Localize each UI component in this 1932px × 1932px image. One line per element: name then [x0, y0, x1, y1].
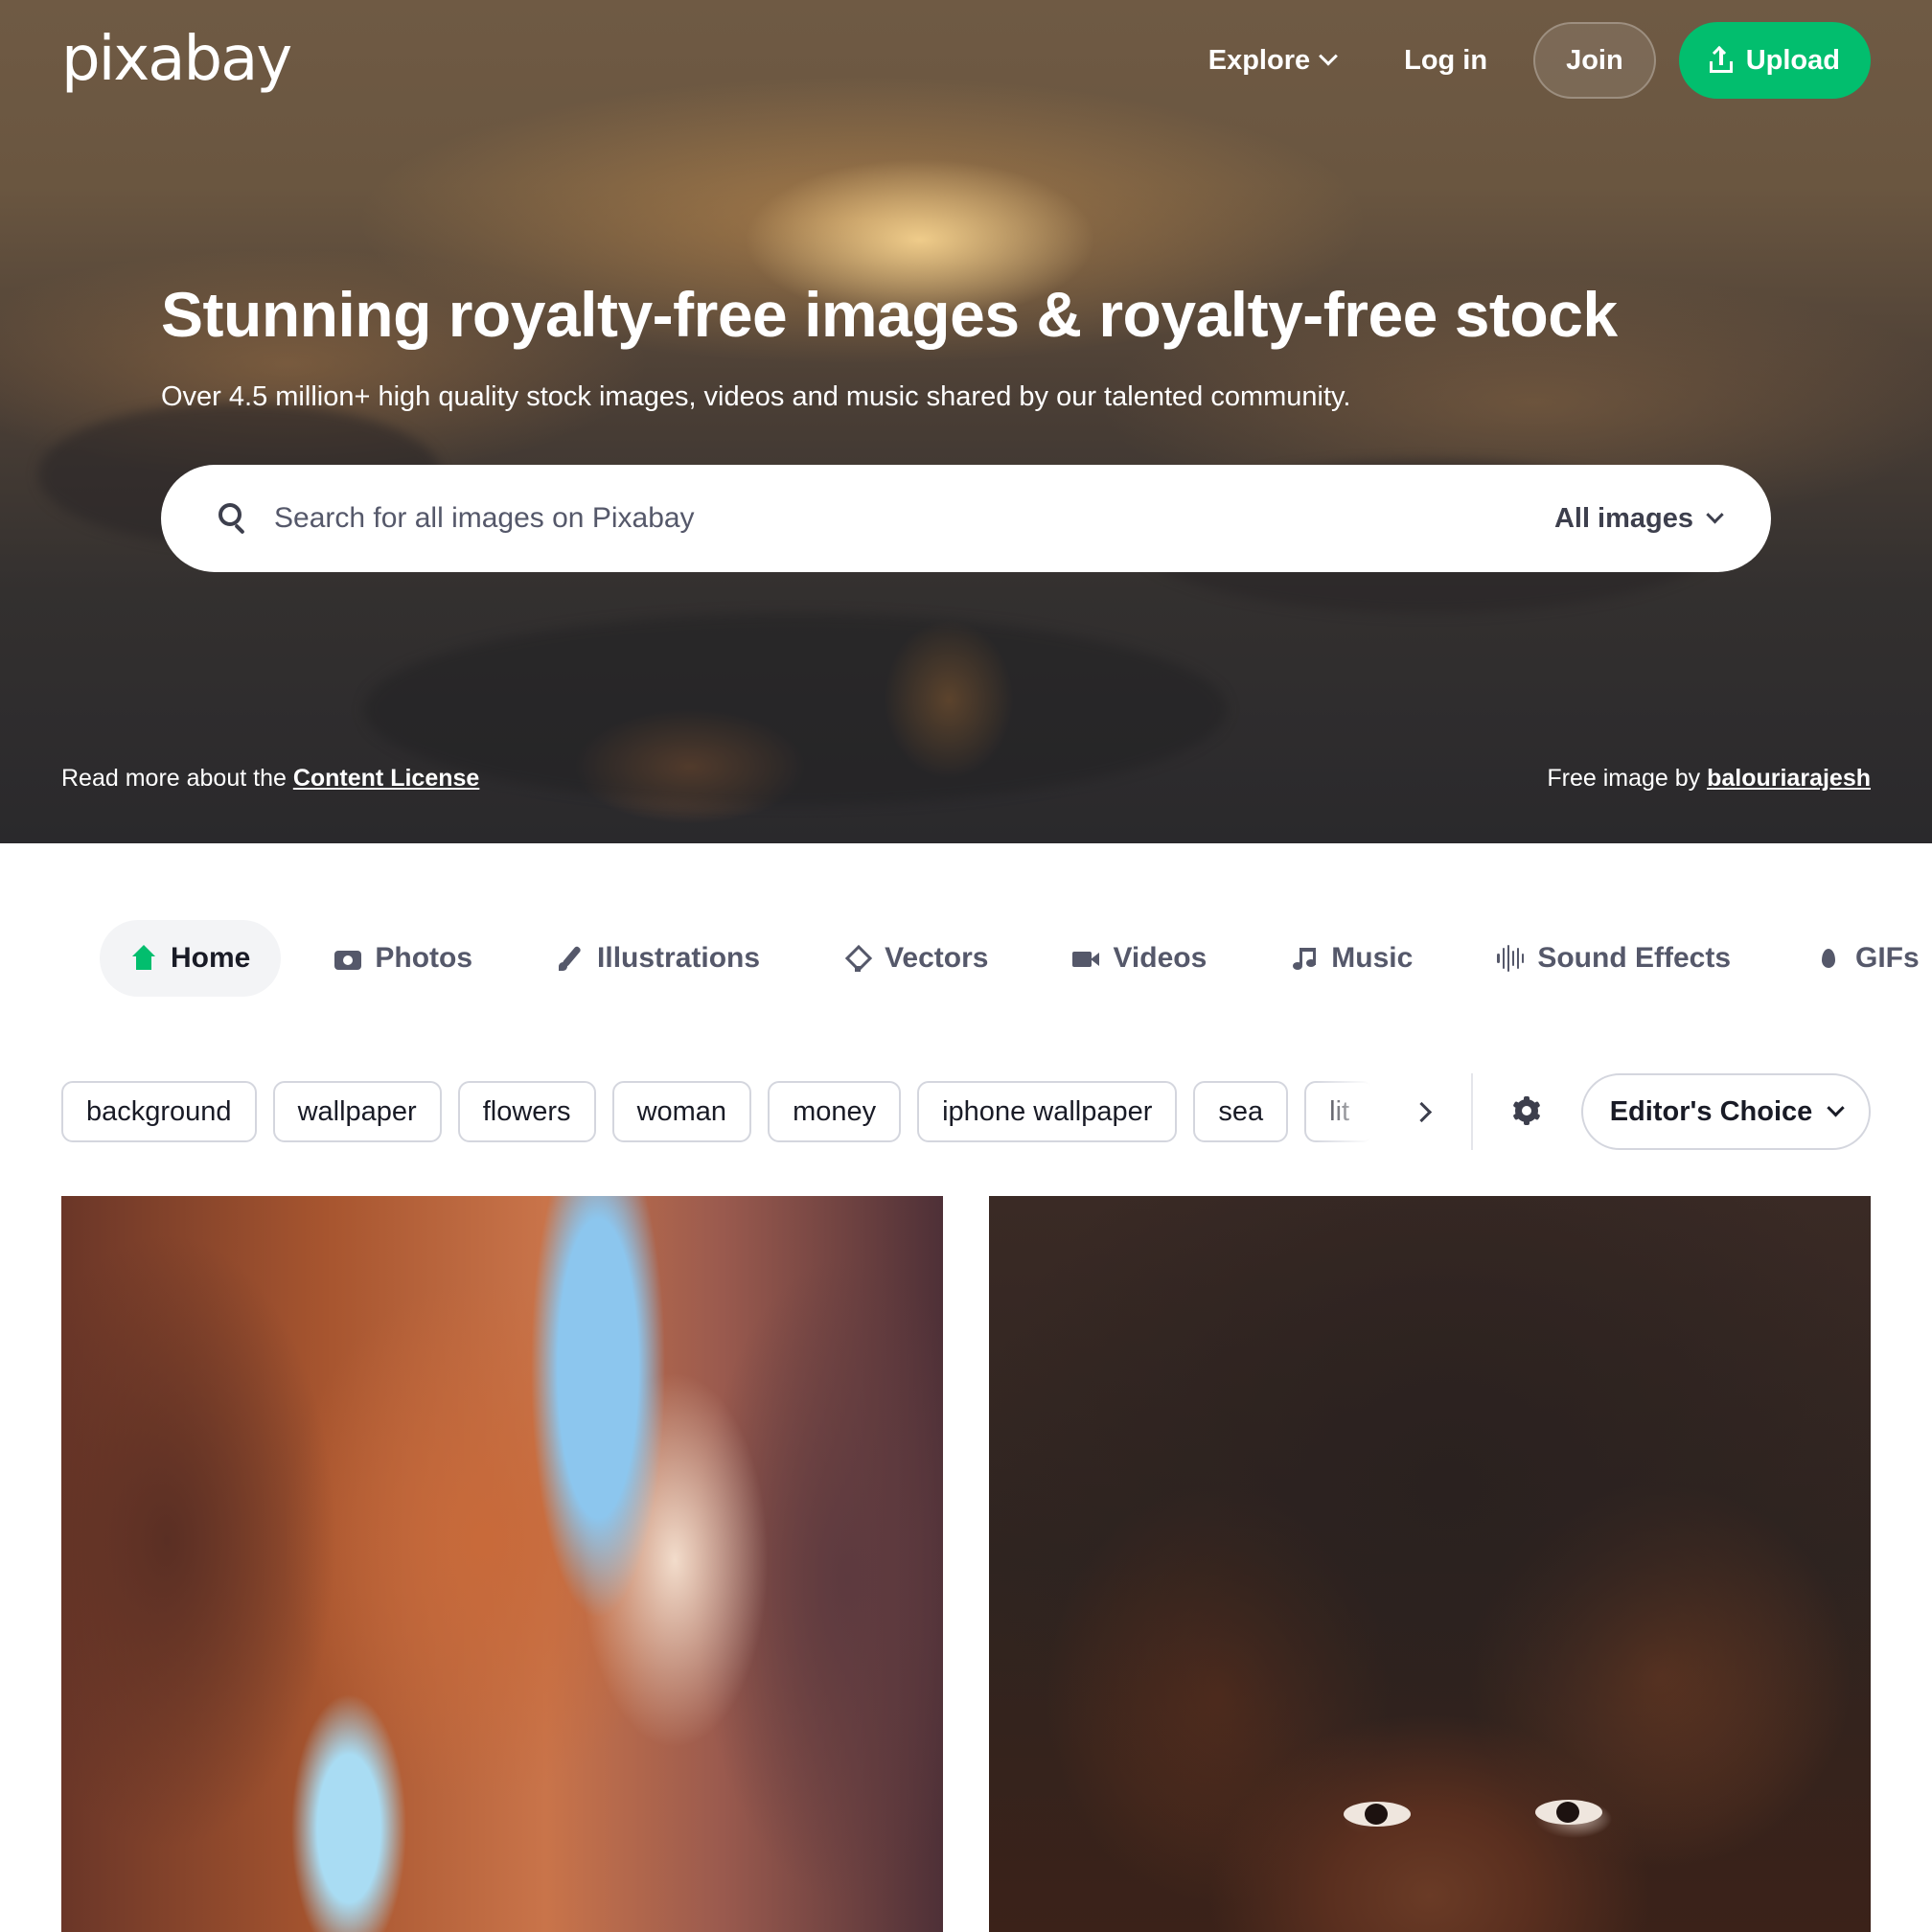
tab-photos[interactable]: Photos	[304, 920, 503, 997]
tag-chip[interactable]: iphone wallpaper	[917, 1081, 1178, 1142]
tag-chip[interactable]: money	[768, 1081, 902, 1142]
chevron-down-icon	[1827, 1098, 1845, 1116]
tab-vectors[interactable]: Vectors	[814, 920, 1019, 997]
tab-illustrations[interactable]: Illustrations	[526, 920, 791, 997]
tag-chip[interactable]: background	[61, 1081, 257, 1142]
chevron-down-icon	[1319, 46, 1339, 66]
license-prefix: Read more about the	[61, 765, 293, 792]
explore-label: Explore	[1208, 44, 1311, 76]
tab-label: Videos	[1113, 942, 1208, 974]
credit-author-link[interactable]: balouriarajesh	[1707, 765, 1871, 792]
image-card-canyon[interactable]	[61, 1196, 943, 1932]
sort-dropdown[interactable]: Editor's Choice	[1581, 1073, 1871, 1150]
tab-label: Home	[171, 942, 251, 974]
upload-button[interactable]: Upload	[1678, 22, 1871, 99]
image-card-portrait[interactable]	[989, 1196, 1871, 1932]
search-icon[interactable]	[218, 503, 249, 535]
tab-home[interactable]: Home	[100, 920, 282, 997]
hero-cloud-shape	[364, 613, 1227, 805]
portrait-eye	[1344, 1802, 1411, 1827]
home-icon	[130, 945, 157, 972]
tag-chip[interactable]: flowers	[457, 1081, 596, 1142]
search-bar: All images	[161, 465, 1771, 572]
tab-sound-effects[interactable]: Sound Effects	[1466, 920, 1761, 997]
search-scope-label: All images	[1553, 502, 1693, 534]
tag-chip[interactable]: sea	[1193, 1081, 1289, 1142]
content-license-note: Read more about the Content License	[61, 765, 479, 793]
chevron-right-icon[interactable]	[1409, 1096, 1439, 1127]
pen-tool-icon	[844, 945, 871, 972]
upload-label: Upload	[1745, 44, 1840, 76]
tab-label: Illustrations	[597, 942, 761, 974]
search-input[interactable]	[274, 490, 1424, 547]
login-link[interactable]: Log in	[1381, 22, 1510, 99]
tag-chip[interactable]: wallpaper	[272, 1081, 442, 1142]
tab-videos[interactable]: Videos	[1042, 920, 1237, 997]
search-scope-dropdown[interactable]: All images	[1553, 490, 1724, 547]
trending-tags: background wallpaper flowers woman money…	[61, 1081, 1441, 1142]
tab-label: Vectors	[885, 942, 989, 974]
join-button[interactable]: Join	[1533, 22, 1656, 99]
flame-icon	[1815, 945, 1842, 972]
tab-label: Photos	[375, 942, 473, 974]
video-camera-icon	[1072, 945, 1100, 972]
sound-wave-icon	[1497, 945, 1525, 972]
tag-scroll-fade	[1313, 1073, 1418, 1150]
hero-banner: pixabay Explore Log in Join Upload Stunn…	[0, 0, 1932, 843]
image-credit: Free image by balouriarajesh	[1547, 765, 1871, 793]
upload-icon	[1709, 45, 1733, 73]
top-nav: Explore Log in Join Upload	[1185, 22, 1871, 99]
hero-subtitle: Over 4.5 million+ high quality stock ima…	[161, 381, 1351, 412]
pixabay-logo[interactable]: pixabay	[61, 25, 292, 94]
tag-chip[interactable]: woman	[611, 1081, 752, 1142]
toolbar-divider	[1471, 1073, 1473, 1150]
tab-label: GIFs	[1855, 942, 1920, 974]
portrait-eye	[1535, 1800, 1602, 1825]
credit-prefix: Free image by	[1547, 765, 1708, 792]
tab-label: Music	[1331, 942, 1414, 974]
tab-music[interactable]: Music	[1260, 920, 1443, 997]
hero-title: Stunning royalty-free images & royalty-f…	[161, 279, 1618, 350]
music-note-icon	[1291, 945, 1318, 972]
tab-label: Sound Effects	[1537, 942, 1732, 974]
gear-icon[interactable]	[1512, 1096, 1541, 1125]
chevron-down-icon	[1706, 505, 1724, 523]
brush-icon	[557, 945, 584, 972]
tab-gifs[interactable]: GIFs	[1784, 920, 1932, 997]
sort-label: Editor's Choice	[1609, 1095, 1813, 1127]
explore-menu[interactable]: Explore	[1185, 22, 1358, 99]
category-tabs: Home Photos Illustrations Vectors Videos…	[100, 920, 1932, 997]
camera-icon	[334, 945, 362, 972]
content-license-link[interactable]: Content License	[293, 765, 479, 792]
